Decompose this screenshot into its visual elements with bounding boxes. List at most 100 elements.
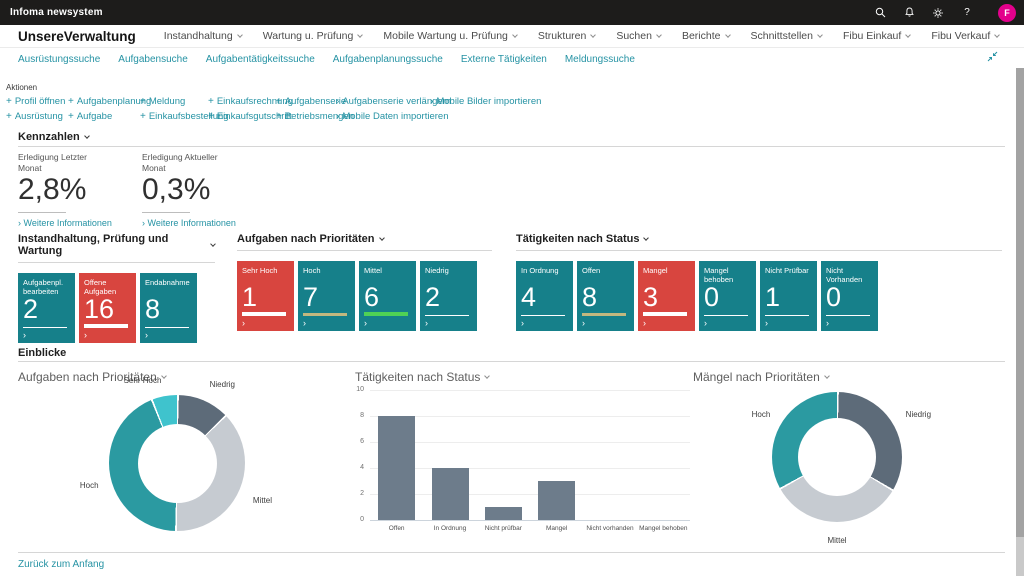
action-column: +Aufgabenserie +Betriebsmengen [276, 96, 336, 122]
donut-label-sehr-hoch: Sehr Hoch [124, 376, 162, 385]
action-mobile-bilder-importieren[interactable]: ›Mobile Bilder importieren [430, 96, 560, 107]
tile-group-header[interactable]: Aufgaben nach Prioritäten [237, 233, 492, 245]
action-einkaufsrechnung[interactable]: +Einkaufsrechnung [208, 96, 276, 107]
tile-label: Offen [582, 266, 631, 275]
kpi-more-info-link[interactable]: › Weitere Informationen [142, 218, 236, 228]
plus-icon: + [208, 112, 214, 122]
nav-item-strukturen[interactable]: Strukturen [538, 30, 595, 42]
tile-endabnahme[interactable]: Endabnahme8› [140, 273, 197, 343]
action-label: Aufgabe [77, 111, 112, 122]
plus-icon: + [68, 97, 74, 107]
search-icon[interactable] [874, 7, 886, 19]
action-column: +Einkaufsrechnung +Einkaufsgutschrift [208, 96, 276, 122]
tile-aufgabenpl-bearbeiten[interactable]: Aufgabenpl. bearbeiten2› [18, 273, 75, 343]
kpi-erledigung-letzter-monat: Erledigung Letzter Monat2,8%› Weitere In… [18, 152, 142, 231]
tile-mangel-behoben[interactable]: Mangel behoben0› [699, 261, 756, 331]
nav-item-instandhaltung[interactable]: Instandhaltung [164, 30, 242, 42]
nav-item-schnittstellen[interactable]: Schnittstellen [751, 30, 822, 42]
subnav-link-aufgabenplanungssuche[interactable]: Aufgabenplanungssuche [333, 54, 443, 65]
donut-label-mittel: Mittel [827, 536, 846, 545]
subnav-link-meldungssuche[interactable]: Meldungssuche [565, 54, 635, 65]
app-title: Infoma newsystem [10, 7, 103, 18]
nav-item-fibu-einkauf[interactable]: Fibu Einkauf [843, 30, 910, 42]
action-aufgabe[interactable]: +Aufgabe [68, 111, 140, 122]
donut-label-niedrig: Niedrig [906, 410, 931, 419]
tile-mangel[interactable]: Mangel3› [638, 261, 695, 331]
scrollbar-thumb[interactable] [1016, 68, 1024, 537]
tile-nicht-vorhanden[interactable]: Nicht Vorhanden0› [821, 261, 878, 331]
chevron-right-icon: › [303, 319, 306, 328]
help-icon[interactable]: ? [961, 7, 973, 19]
settings-gear-icon[interactable] [932, 7, 944, 19]
divider [516, 250, 1002, 251]
tile-offen[interactable]: Offen8› [577, 261, 634, 331]
chevron-down-icon [512, 32, 518, 38]
chart-header-taetigkeiten-nach-status[interactable]: Tätigkeiten nach Status [355, 370, 489, 384]
subnav-link-ausrustungssuche[interactable]: Ausrüstungssuche [18, 54, 100, 65]
action-label: Ausrüstung [15, 111, 63, 122]
nav-item-mobile-wartung-u-prufung[interactable]: Mobile Wartung u. Prüfung [383, 30, 517, 42]
tile-in-ordnung[interactable]: In Ordnung4› [516, 261, 573, 331]
nav-item-wartung-u-prufung[interactable]: Wartung u. Prüfung [263, 30, 363, 42]
tile-group-header[interactable]: Instandhaltung, Prüfung und Wartung [18, 233, 215, 257]
gridline [370, 494, 690, 495]
tile-sehr-hoch[interactable]: Sehr Hoch1› [237, 261, 294, 331]
action-column: +Meldung +Einkaufsbestellung [140, 96, 208, 122]
tile-hoch[interactable]: Hoch7› [298, 261, 355, 331]
action-aufgabenserie[interactable]: +Aufgabenserie [276, 96, 336, 107]
collapse-arrows-icon[interactable] [987, 49, 998, 67]
kpi-more-info-link[interactable]: › Weitere Informationen [18, 218, 112, 228]
tile-niedrig[interactable]: Niedrig2› [420, 261, 477, 331]
top-app-bar: Infoma newsystem ? F [0, 0, 1024, 25]
tile-indicator-bar [23, 327, 67, 328]
actions-section: Aktionen +Profil öffnen+Ausrüstung+Aufga… [6, 83, 560, 122]
action-mobile-daten-importieren[interactable]: ›Mobile Daten importieren [336, 111, 430, 122]
bar-mangel [538, 481, 575, 520]
tile-value: 2 [23, 296, 38, 323]
divider [18, 262, 215, 263]
action-profil-offnen[interactable]: +Profil öffnen [6, 96, 68, 107]
nav-item-berichte[interactable]: Berichte [682, 30, 730, 42]
divider [18, 146, 1005, 147]
nav-item-suchen[interactable]: Suchen [616, 30, 661, 42]
avatar[interactable]: F [998, 4, 1016, 22]
action-aufgabenserie-verlangern[interactable]: ›Aufgabenserie verlängern [336, 96, 430, 107]
subnav-link-externe-tatigkeiten[interactable]: Externe Tätigkeiten [461, 54, 547, 65]
tile-value: 16 [84, 296, 114, 323]
chart-header-maengel-nach-prioritaeten[interactable]: Mängel nach Prioritäten [693, 370, 829, 384]
tile-mittel[interactable]: Mittel6› [359, 261, 416, 331]
donut-label-mittel: Mittel [253, 496, 272, 505]
plus-icon: + [140, 97, 146, 107]
gridline [370, 390, 690, 391]
tile-nicht-prufbar[interactable]: Nicht Prüfbar1› [760, 261, 817, 331]
action-aufgabenplanung[interactable]: +Aufgabenplanung [68, 96, 140, 107]
action-betriebsmengen[interactable]: +Betriebsmengen [276, 111, 336, 122]
y-axis-tick-label: 2 [340, 490, 364, 497]
action-einkaufsgutschrift[interactable]: +Einkaufsgutschrift [208, 111, 276, 122]
nav-item-label: Wartung u. Prüfung [263, 30, 354, 42]
action-einkaufsbestellung[interactable]: +Einkaufsbestellung [140, 111, 208, 122]
tile-label: Niedrig [425, 266, 474, 275]
nav-item-fibu-verkauf[interactable]: Fibu Verkauf [931, 30, 999, 42]
subnav-link-aufgabentatigkeitssuche[interactable]: Aufgabentätigkeitssuche [206, 54, 315, 65]
action-meldung[interactable]: +Meldung [140, 96, 208, 107]
tile-label: In Ordnung [521, 266, 570, 275]
x-axis-category-label: Nicht vorhanden [583, 525, 636, 532]
notifications-icon[interactable] [903, 7, 915, 19]
chevron-right-icon: › [425, 319, 428, 328]
tile-value: 3 [643, 284, 658, 311]
back-to-top-link[interactable]: Zurück zum Anfang [18, 559, 104, 570]
donut-label-niedrig: Niedrig [210, 380, 235, 389]
action-ausrustung[interactable]: +Ausrüstung [6, 111, 68, 122]
chevron-right-icon: › [521, 319, 524, 328]
subnav-link-aufgabensuche[interactable]: Aufgabensuche [118, 54, 188, 65]
bar-in-ordnung [432, 468, 469, 520]
scrollbar-track[interactable] [1016, 537, 1024, 576]
kennzahlen-header[interactable]: Kennzahlen [18, 131, 89, 143]
tile-group-header[interactable]: Tätigkeiten nach Status [516, 233, 1002, 245]
tile-offene-aufgaben[interactable]: Offene Aufgaben16› [79, 273, 136, 343]
chevron-down-icon [485, 373, 491, 379]
action-column: ›Mobile Bilder importieren [430, 96, 560, 122]
chevron-down-icon [905, 32, 911, 38]
tile-value: 0 [826, 284, 841, 311]
